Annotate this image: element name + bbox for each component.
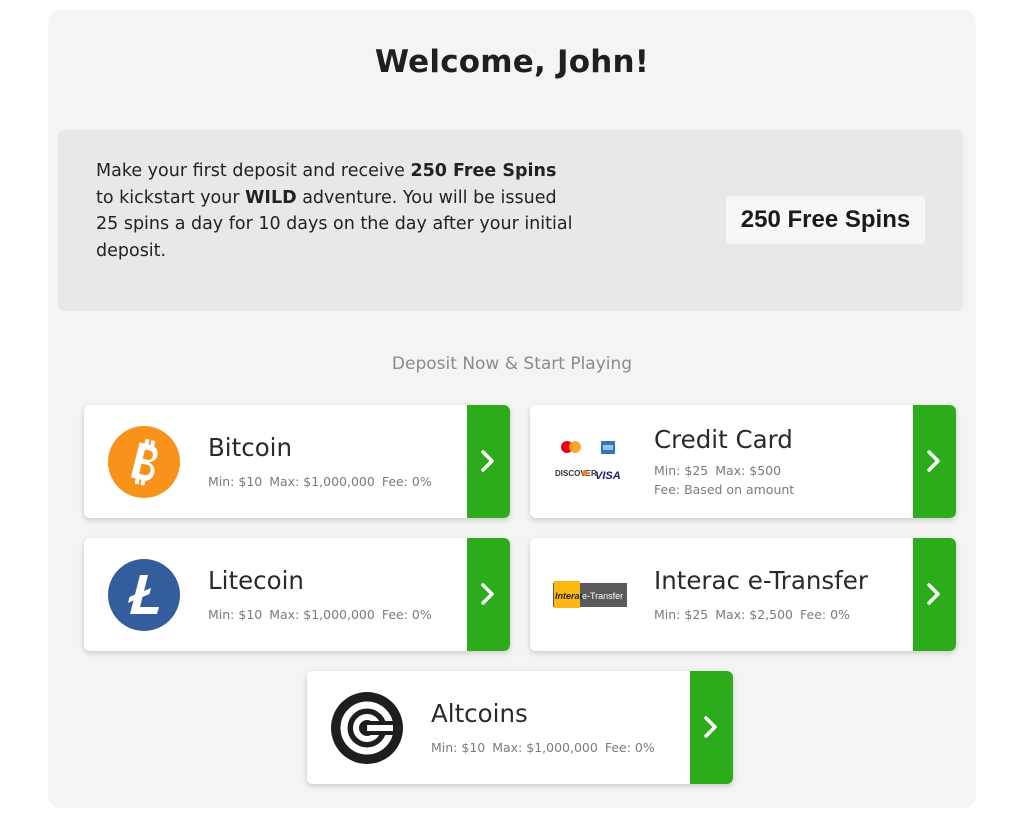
bitcoin-icon bbox=[108, 426, 180, 498]
page-title: Welcome, John! bbox=[374, 44, 650, 80]
deposit-method-interac[interactable]: Interac e-Transfer Interac e-Transfer Mi… bbox=[530, 538, 956, 651]
chevron-right-icon bbox=[927, 583, 940, 605]
fee: Fee: Based on amount bbox=[654, 482, 795, 497]
min-amount: Min: $10 bbox=[208, 474, 263, 489]
max-amount: Max: $1,000,000 bbox=[269, 607, 375, 622]
altcoins-icon bbox=[331, 692, 403, 764]
select-litecoin-button[interactable] bbox=[467, 538, 510, 651]
free-spins-badge: 250 Free Spins bbox=[726, 196, 925, 244]
method-limits: Min: $25 Max: $500 Fee: Based on amount bbox=[654, 461, 801, 499]
deposit-method-credit-card[interactable]: DISCOVER VISA Credit Card Min: $25 Max: $… bbox=[530, 405, 956, 518]
litecoin-icon bbox=[108, 559, 180, 631]
method-limits: Min: $10 Max: $1,000,000 Fee: 0% bbox=[431, 738, 662, 757]
method-limits: Min: $25 Max: $2,500 Fee: 0% bbox=[654, 605, 857, 624]
promo-highlight-wild: WILD bbox=[245, 187, 297, 208]
etransfer-logo-text: e-Transfer bbox=[582, 591, 623, 601]
max-amount: Max: $2,500 bbox=[715, 607, 793, 622]
deposit-method-altcoins[interactable]: Altcoins Min: $10 Max: $1,000,000 Fee: 0% bbox=[307, 671, 733, 784]
fee: Fee: 0% bbox=[800, 607, 850, 622]
min-amount: Min: $25 bbox=[654, 607, 709, 622]
method-name: Litecoin bbox=[208, 566, 304, 595]
min-amount: Min: $10 bbox=[208, 607, 263, 622]
select-interac-button[interactable] bbox=[913, 538, 956, 651]
method-name: Altcoins bbox=[431, 699, 528, 728]
discover-logo-text: DISCOVER bbox=[555, 469, 597, 478]
promo-highlight-spins: 250 Free Spins bbox=[410, 161, 557, 181]
select-altcoins-button[interactable] bbox=[690, 671, 733, 784]
welcome-panel: Welcome, John! Make your first deposit a… bbox=[48, 10, 976, 808]
fee: Fee: 0% bbox=[604, 740, 655, 755]
select-credit-card-button[interactable] bbox=[913, 405, 956, 518]
deposit-method-bitcoin[interactable]: Bitcoin Min: $10 Max: $1,000,000 Fee: 0% bbox=[84, 405, 510, 518]
fee: Fee: 0% bbox=[381, 607, 432, 622]
chevron-right-icon bbox=[704, 716, 717, 738]
promo-text-part: Make your first deposit and receive bbox=[96, 161, 411, 181]
chevron-right-icon bbox=[481, 450, 494, 472]
method-limits: Min: $10 Max: $1,000,000 Fee: 0% bbox=[208, 605, 439, 624]
promo-text-part: to kickstart your bbox=[96, 187, 246, 208]
interac-logo-text: Interac bbox=[555, 591, 585, 601]
fee: Fee: 0% bbox=[381, 474, 432, 489]
min-amount: Min: $25 bbox=[654, 463, 709, 478]
visa-logo-text: VISA bbox=[595, 470, 621, 482]
select-bitcoin-button[interactable] bbox=[467, 405, 510, 518]
method-name: Bitcoin bbox=[208, 433, 293, 462]
promo-text: Make your first deposit and receive 250 … bbox=[96, 158, 576, 264]
deposit-method-litecoin[interactable]: Litecoin Min: $10 Max: $1,000,000 Fee: 0% bbox=[84, 538, 510, 651]
deposit-section-title: Deposit Now & Start Playing bbox=[391, 354, 633, 374]
chevron-right-icon bbox=[927, 450, 940, 472]
max-amount: Max: $1,000,000 bbox=[492, 740, 598, 755]
method-limits: Min: $10 Max: $1,000,000 Fee: 0% bbox=[208, 472, 439, 491]
method-name: Interac e-Transfer bbox=[654, 566, 868, 595]
interac-icon: Interac e-Transfer bbox=[553, 581, 627, 608]
min-amount: Min: $10 bbox=[431, 740, 486, 755]
chevron-right-icon bbox=[481, 583, 494, 605]
max-amount: Max: $1,000,000 bbox=[269, 474, 375, 489]
method-name: Credit Card bbox=[654, 425, 793, 454]
credit-card-logos-icon: DISCOVER VISA bbox=[555, 437, 621, 482]
promo-banner: Make your first deposit and receive 250 … bbox=[58, 130, 963, 311]
max-amount: Max: $500 bbox=[715, 463, 782, 478]
